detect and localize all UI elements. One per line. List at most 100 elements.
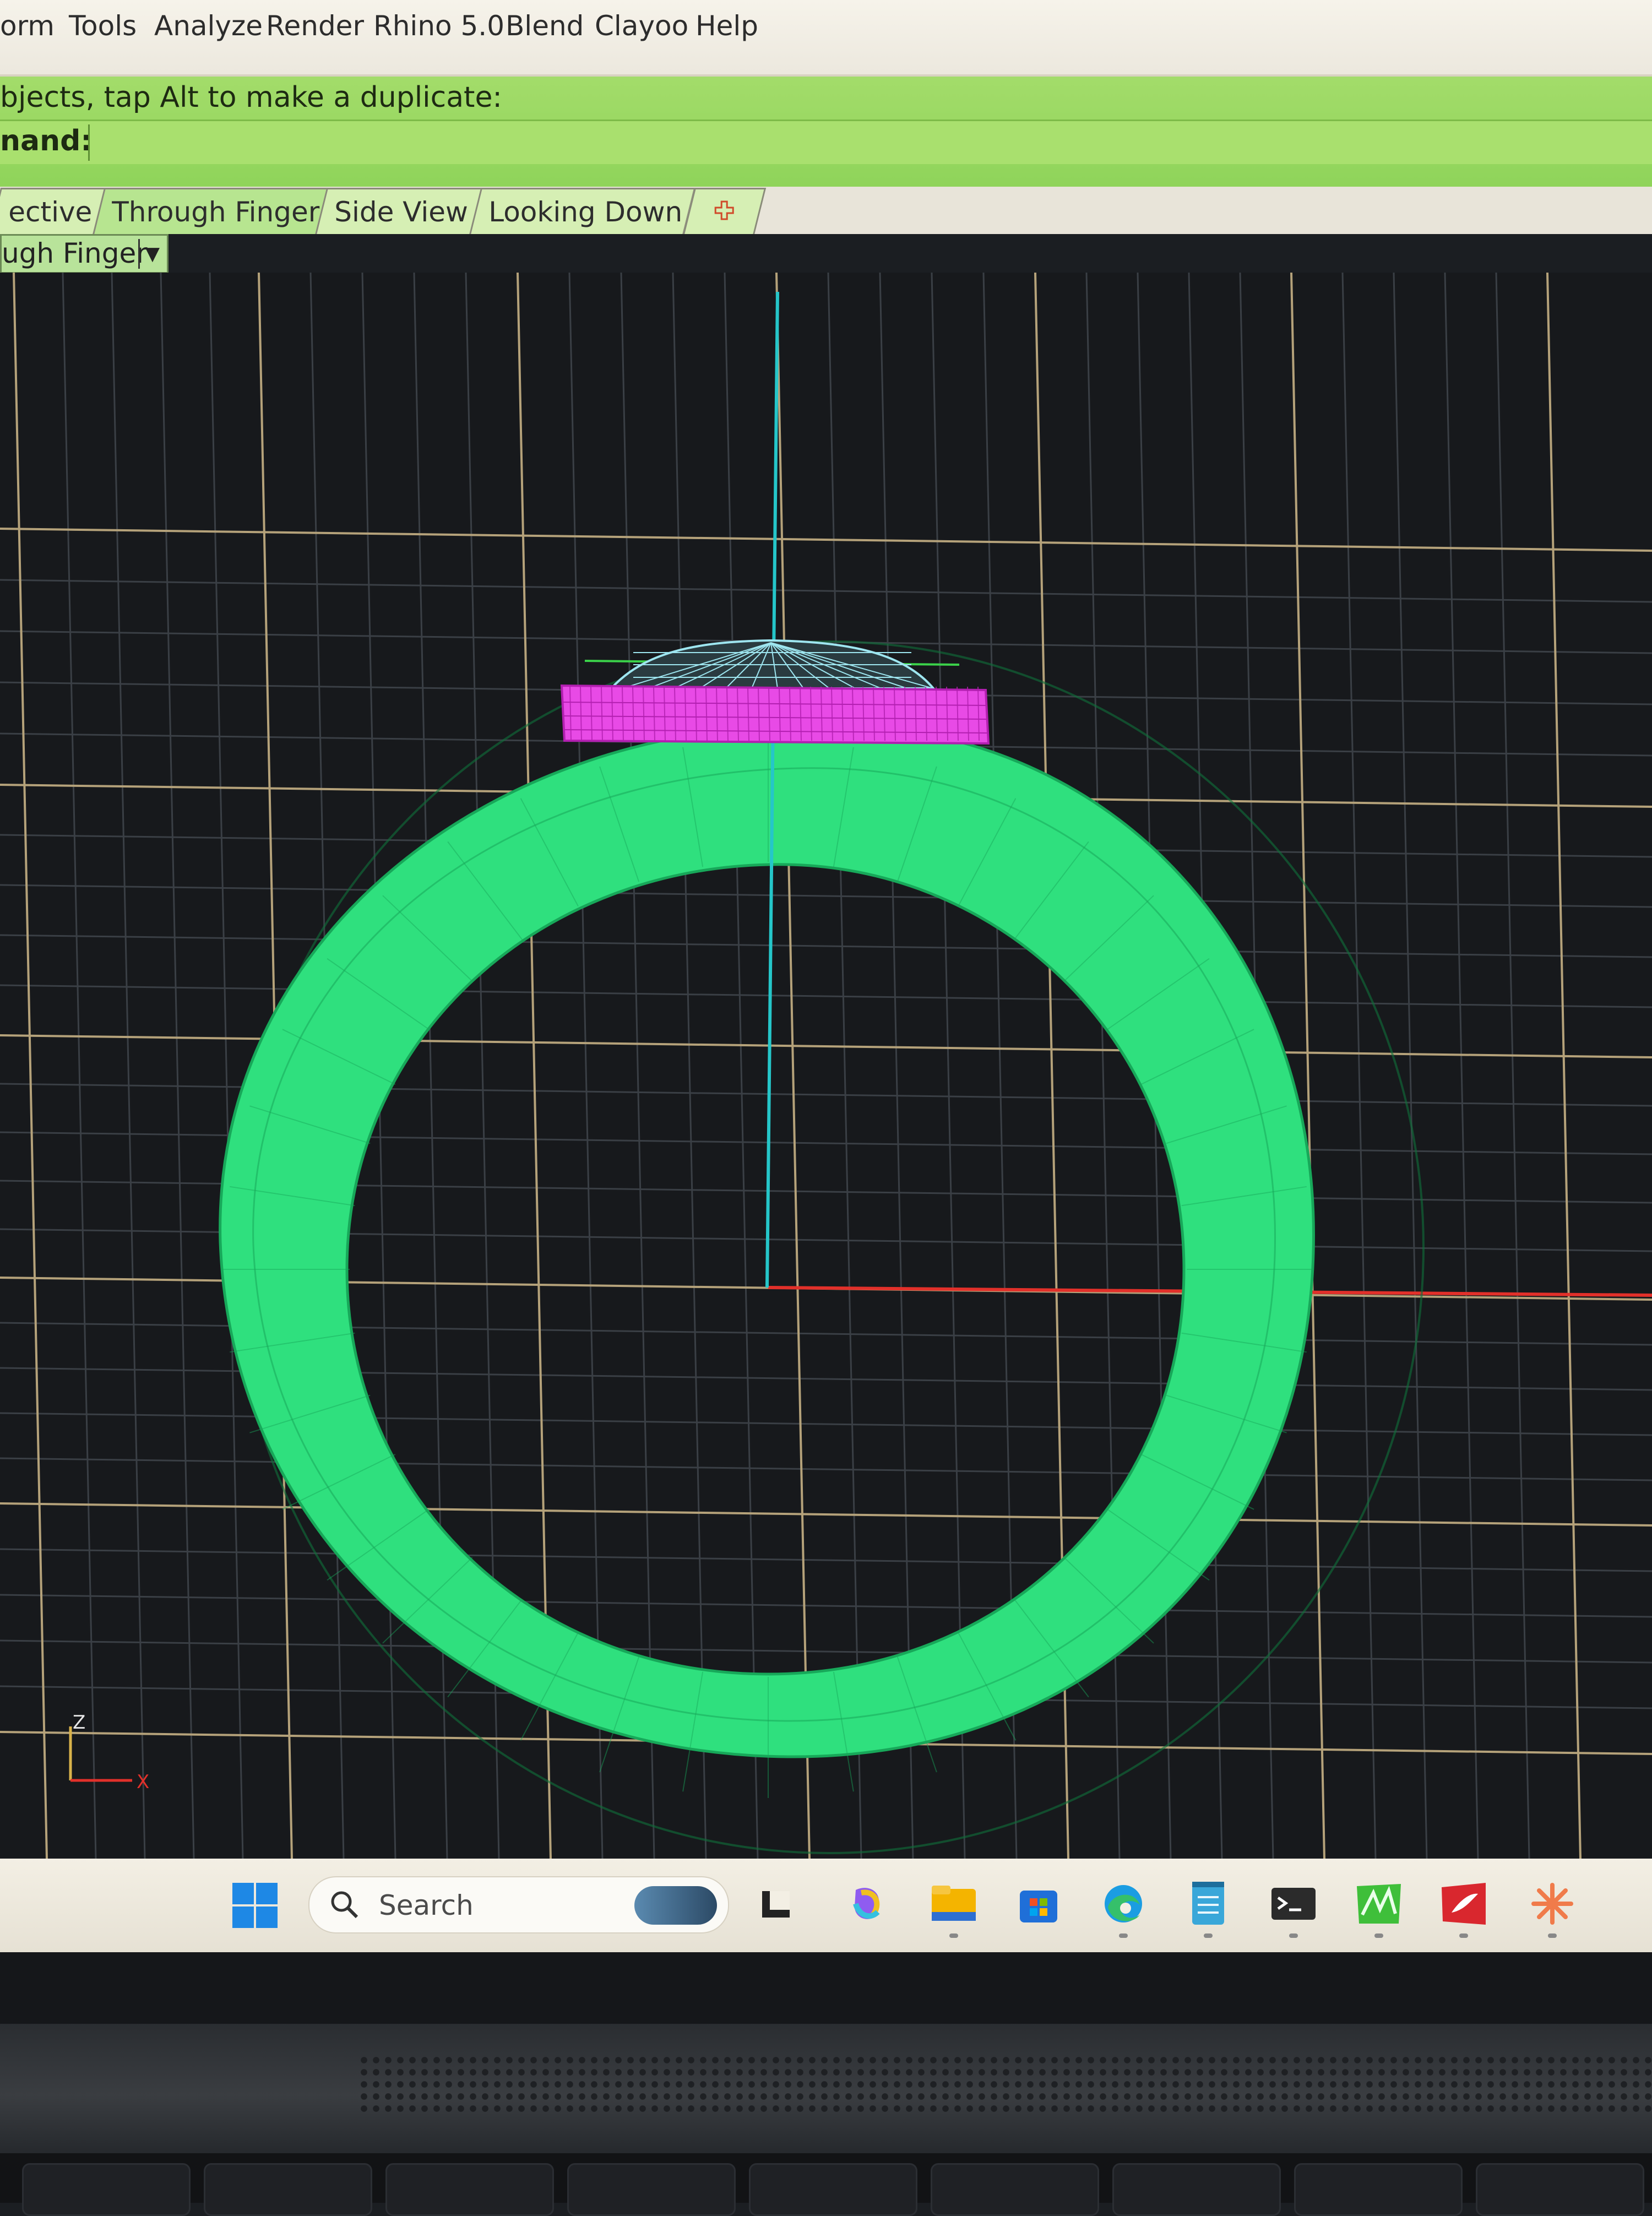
setting-base	[560, 684, 990, 745]
grid-major-line	[0, 1034, 1652, 1058]
grid-minor-line	[0, 934, 1652, 958]
grid-minor-line	[0, 1548, 1652, 1572]
command-area: bjects, tap Alt to make a duplicate: nan…	[0, 77, 1652, 187]
grid-minor-line	[62, 273, 97, 1859]
search-placeholder: Search	[379, 1889, 474, 1921]
spark-orange-icon[interactable]	[1528, 1880, 1577, 1938]
grid-minor-line	[672, 273, 707, 1859]
viewport-canvas[interactable]: Z X	[0, 273, 1652, 1859]
grid-major-line	[0, 1502, 1652, 1527]
grid-minor-lines	[0, 273, 1652, 1859]
menu-transform[interactable]: orm	[0, 10, 55, 42]
grid-minor-line	[0, 1639, 1652, 1664]
grid-minor-line	[1341, 273, 1377, 1859]
tab-through-finger[interactable]: Through Finger	[93, 188, 341, 235]
grid-major-line	[1546, 273, 1582, 1859]
grid-minor-line	[931, 273, 966, 1859]
grid-minor-line	[160, 273, 195, 1859]
laptop-hinge	[0, 2024, 1652, 2153]
grid-minor-line	[0, 884, 1652, 908]
grid-minor-line	[0, 1412, 1652, 1436]
command-history-text: bjects, tap Alt to make a duplicate:	[0, 81, 502, 114]
news-widget-icon[interactable]	[634, 1886, 717, 1925]
grid-minor-line	[0, 1457, 1652, 1481]
grid-minor-line	[568, 273, 604, 1859]
keyboard-key	[22, 2163, 191, 2216]
ring-setting	[560, 684, 990, 745]
add-tab-button[interactable]	[683, 188, 767, 235]
viewport-through-finger[interactable]: Z X	[0, 273, 1652, 1859]
keyboard-key	[385, 2163, 554, 2216]
grid-major-line	[775, 273, 811, 1859]
axis-gizmo: Z X	[69, 1712, 149, 1793]
laptop-bezel	[0, 1952, 1652, 2024]
menu-analyze[interactable]: Analyze	[154, 10, 263, 42]
notepad-icon[interactable]	[1184, 1880, 1232, 1938]
grid-minor-line	[111, 273, 146, 1859]
command-label: nand:	[0, 124, 93, 157]
menu-help[interactable]: Help	[695, 10, 758, 42]
taskbar-search-box[interactable]: Search	[308, 1876, 729, 1933]
viewport-name-text: ugh Finger	[2, 237, 148, 269]
speaker-grille	[358, 2054, 1652, 2115]
keyboard-key	[567, 2163, 736, 2216]
keyboard-key	[749, 2163, 917, 2216]
gizmo-x-label: X	[137, 1771, 149, 1793]
running-indicator	[1289, 1933, 1298, 1938]
menu-rhino[interactable]: Rhino 5.0	[373, 10, 504, 42]
tab-label: Looking Down	[488, 196, 683, 228]
keyboard-key	[1476, 2163, 1644, 2216]
running-indicator	[1119, 1933, 1128, 1938]
menu-render[interactable]: Render	[266, 10, 364, 42]
menu-clayoo[interactable]: Clayoo	[595, 10, 688, 42]
tab-looking-down[interactable]: Looking Down	[469, 188, 696, 235]
gizmo-z-label: Z	[73, 1712, 85, 1734]
ring-band	[219, 640, 1425, 1854]
running-indicator	[1204, 1933, 1213, 1938]
copilot-icon[interactable]	[843, 1880, 891, 1928]
pdf-red-icon[interactable]	[1439, 1880, 1488, 1938]
grid-minor-line	[0, 1594, 1652, 1618]
grid-minor-line	[1444, 273, 1479, 1859]
windows-start-icon[interactable]	[231, 1882, 279, 1931]
tab-label: Through Finger	[112, 196, 320, 228]
menu-blend[interactable]: Blend	[506, 10, 584, 42]
tab-label: ective	[8, 196, 93, 228]
menu-tools[interactable]: Tools	[69, 10, 137, 42]
keyboard-key	[1112, 2163, 1281, 2216]
command-line: nand:	[0, 120, 1652, 164]
app-l-icon[interactable]	[752, 1880, 800, 1928]
chevron-down-icon[interactable]: ▼	[138, 239, 165, 269]
grid-minor-line	[724, 273, 759, 1859]
tab-label: Side View	[334, 196, 468, 228]
grid-minor-line	[1495, 273, 1530, 1859]
grid-minor-line	[827, 273, 862, 1859]
grid-minor-line	[620, 273, 655, 1859]
viewport-name[interactable]: ugh Finger ▼	[0, 234, 169, 274]
menu-bar: orm Tools Analyze Render Rhino 5.0 Blend…	[0, 0, 1652, 77]
edge-icon[interactable]	[1099, 1880, 1148, 1938]
keyboard-key	[204, 2163, 372, 2216]
terminal-icon[interactable]	[1269, 1880, 1318, 1938]
gemstone-wireframe	[584, 639, 960, 689]
grid-minor-line	[0, 579, 1652, 603]
windows-taskbar: Search	[0, 1859, 1652, 1952]
running-indicator	[949, 1933, 958, 1938]
running-indicator	[1374, 1933, 1383, 1938]
rhino-green-icon[interactable]	[1355, 1880, 1403, 1938]
search-icon	[328, 1888, 361, 1924]
grid-major-line	[13, 273, 48, 1859]
keyboard	[0, 2153, 1652, 2216]
viewport-tabs: ective Through Finger Side View Looking …	[0, 187, 1652, 240]
viewport-title-bar: ugh Finger ▼	[0, 234, 1652, 274]
file-explorer-icon[interactable]	[930, 1880, 978, 1938]
grid-minor-line	[0, 984, 1652, 1008]
grid-minor-line	[209, 273, 244, 1859]
keyboard-key	[1294, 2163, 1463, 2216]
grid-minor-line	[879, 273, 914, 1859]
running-indicator	[1548, 1933, 1557, 1938]
command-input[interactable]	[88, 124, 1634, 161]
store-icon[interactable]	[1014, 1880, 1063, 1928]
plus-icon	[713, 189, 735, 235]
keyboard-key	[931, 2163, 1099, 2216]
